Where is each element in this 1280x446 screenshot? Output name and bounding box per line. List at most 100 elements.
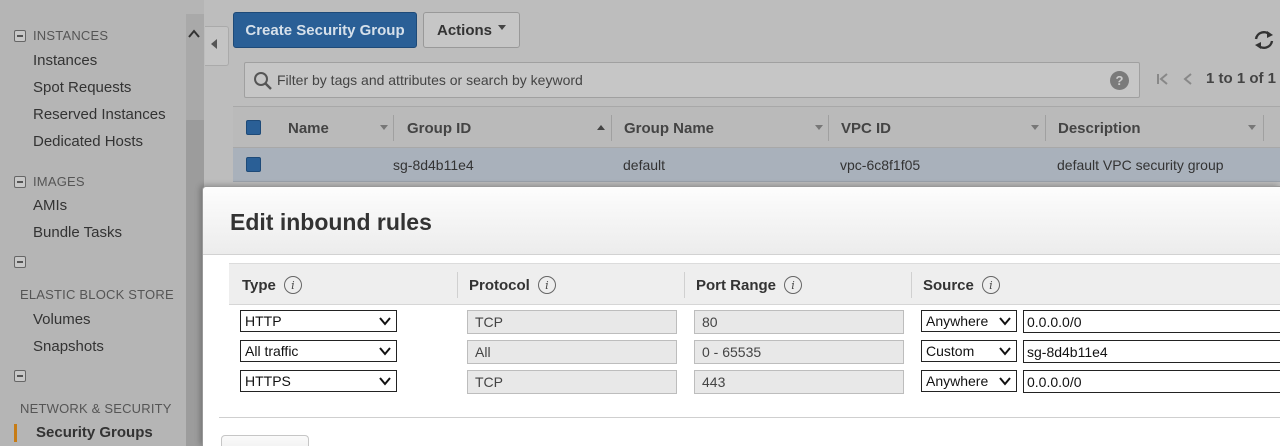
column-header-port-range: Port Range i	[696, 264, 803, 306]
rules-table-header: Type i Protocol i Port Range i Source i	[229, 263, 1280, 305]
source-type-select[interactable]: Anywhere	[921, 310, 1017, 332]
source-type-value: Anywhere	[926, 313, 989, 329]
info-icon[interactable]: i	[283, 276, 302, 294]
type-select[interactable]: HTTP	[240, 310, 397, 332]
column-separator	[911, 272, 912, 298]
column-header-group-name[interactable]: Group Name	[624, 107, 714, 149]
chevron-down-icon	[999, 377, 1011, 386]
sidebar-item-bundle-tasks[interactable]: Bundle Tasks	[33, 224, 122, 241]
first-page-icon[interactable]	[1156, 72, 1170, 86]
column-header-group-id[interactable]: Group ID	[407, 107, 471, 149]
minus-square-icon[interactable]	[14, 256, 26, 268]
chevron-down-icon	[999, 317, 1011, 326]
sidebar-item-instances[interactable]: Instances	[33, 52, 97, 69]
inbound-rule-row: HTTP TCP 80 Anywhere 0.0.0.0/0	[229, 307, 1280, 337]
section-instances[interactable]: INSTANCES	[14, 28, 108, 43]
minus-square-icon[interactable]	[14, 29, 26, 42]
sidebar-item-volumes[interactable]: Volumes	[33, 311, 91, 328]
source-cidr-input[interactable]: 0.0.0.0/0	[1023, 370, 1280, 393]
refresh-icon[interactable]	[1252, 28, 1276, 52]
section-network-toggle[interactable]	[14, 370, 33, 382]
caret-up-icon[interactable]	[187, 28, 201, 40]
sidebar-collapse-tab[interactable]	[205, 26, 229, 66]
search-filter-bar[interactable]: Filter by tags and attributes or search …	[244, 62, 1140, 98]
column-header-description[interactable]: Description	[1058, 107, 1141, 149]
protocol-field: TCP	[467, 370, 677, 394]
cell-vpc-id: vpc-6c8f1f05	[840, 157, 921, 173]
protocol-field: All	[467, 340, 677, 364]
cell-group-id: sg-8d4b11e4	[393, 157, 474, 173]
actions-button[interactable]: Actions	[423, 12, 520, 48]
port-range-field: 443	[694, 370, 904, 394]
sort-icon[interactable]	[1248, 125, 1256, 130]
source-cidr-input[interactable]: sg-8d4b11e4	[1023, 340, 1280, 363]
prev-page-icon[interactable]	[1182, 72, 1194, 86]
column-header-type: Type i	[242, 264, 302, 306]
column-separator	[457, 272, 458, 298]
chevron-down-icon	[498, 24, 506, 30]
type-select[interactable]: HTTPS	[240, 370, 397, 392]
column-separator	[1045, 115, 1046, 141]
sidebar-item-reserved-instances[interactable]: Reserved Instances	[33, 106, 166, 123]
dialog-header: Edit inbound rules	[203, 187, 1280, 255]
section-label: INSTANCES	[33, 28, 109, 43]
sidebar-item-security-groups[interactable]: Security Groups	[36, 424, 153, 441]
column-separator	[684, 272, 685, 298]
info-icon[interactable]: i	[784, 276, 803, 294]
column-header-protocol: Protocol i	[469, 264, 556, 306]
sidebar-item-spot-requests[interactable]: Spot Requests	[33, 79, 131, 96]
type-select-value: HTTPS	[245, 373, 291, 389]
cell-description: default VPC security group	[1057, 157, 1224, 173]
help-icon[interactable]: ?	[1110, 71, 1129, 90]
sidebar-item-amis[interactable]: AMIs	[33, 197, 67, 214]
pagination: 1 to 1 of 1	[1156, 70, 1276, 87]
table-row[interactable]: sg-8d4b11e4 default vpc-6c8f1f05 default…	[233, 148, 1280, 182]
pagination-text: 1 to 1 of 1	[1206, 70, 1277, 87]
active-nav-marker	[14, 424, 17, 442]
collapse-arrow-icon	[211, 39, 217, 49]
search-icon	[254, 72, 272, 90]
sort-icon[interactable]	[1031, 125, 1039, 130]
type-select-value: All traffic	[245, 343, 299, 359]
sort-icon[interactable]	[815, 125, 823, 130]
minus-square-icon[interactable]	[14, 175, 26, 188]
section-images[interactable]: IMAGES	[14, 174, 85, 189]
sidebar-item-dedicated-hosts[interactable]: Dedicated Hosts	[33, 133, 143, 150]
chevron-down-icon	[999, 347, 1011, 356]
add-rule-button[interactable]	[221, 435, 309, 446]
cell-group-name: default	[623, 157, 666, 173]
column-separator	[611, 115, 612, 141]
header-label: Source	[923, 276, 974, 294]
column-header-name[interactable]: Name	[288, 107, 329, 149]
section-ebs-toggle[interactable]	[14, 256, 33, 268]
sort-icon[interactable]	[597, 125, 605, 130]
port-range-field: 0 - 65535	[694, 340, 904, 364]
sort-icon[interactable]	[380, 125, 388, 130]
minus-square-icon[interactable]	[14, 370, 26, 382]
source-type-select[interactable]: Custom	[921, 340, 1017, 362]
dialog-title: Edit inbound rules	[230, 209, 432, 235]
chevron-down-icon	[379, 377, 391, 386]
column-header-vpc-id[interactable]: VPC ID	[841, 107, 891, 149]
type-select-value: HTTP	[245, 313, 282, 329]
row-checkbox[interactable]	[246, 157, 261, 172]
chevron-down-icon	[379, 347, 391, 356]
edit-inbound-rules-dialog: Edit inbound rules Type i Protocol i Por…	[202, 186, 1280, 446]
inbound-rule-row: All traffic All 0 - 65535 Custom sg-8d4b…	[229, 337, 1280, 367]
header-label: Type	[242, 276, 276, 294]
source-cidr-input[interactable]: 0.0.0.0/0	[1023, 310, 1280, 333]
info-icon[interactable]: i	[981, 276, 1000, 294]
source-type-select[interactable]: Anywhere	[921, 370, 1017, 392]
section-label: IMAGES	[33, 174, 85, 189]
create-security-group-button[interactable]: Create Security Group	[233, 12, 417, 48]
type-select[interactable]: All traffic	[240, 340, 397, 362]
section-network-security: NETWORK & SECURITY	[20, 401, 172, 416]
search-input[interactable]: Filter by tags and attributes or search …	[277, 72, 583, 88]
source-type-value: Custom	[926, 343, 975, 359]
column-separator	[828, 115, 829, 141]
column-header-source: Source i	[923, 264, 1000, 306]
select-all-checkbox[interactable]	[246, 120, 261, 135]
info-icon[interactable]: i	[537, 276, 556, 294]
sidebar-item-snapshots[interactable]: Snapshots	[33, 338, 104, 355]
inbound-rule-row: HTTPS TCP 443 Anywhere 0.0.0.0/0	[229, 367, 1280, 397]
